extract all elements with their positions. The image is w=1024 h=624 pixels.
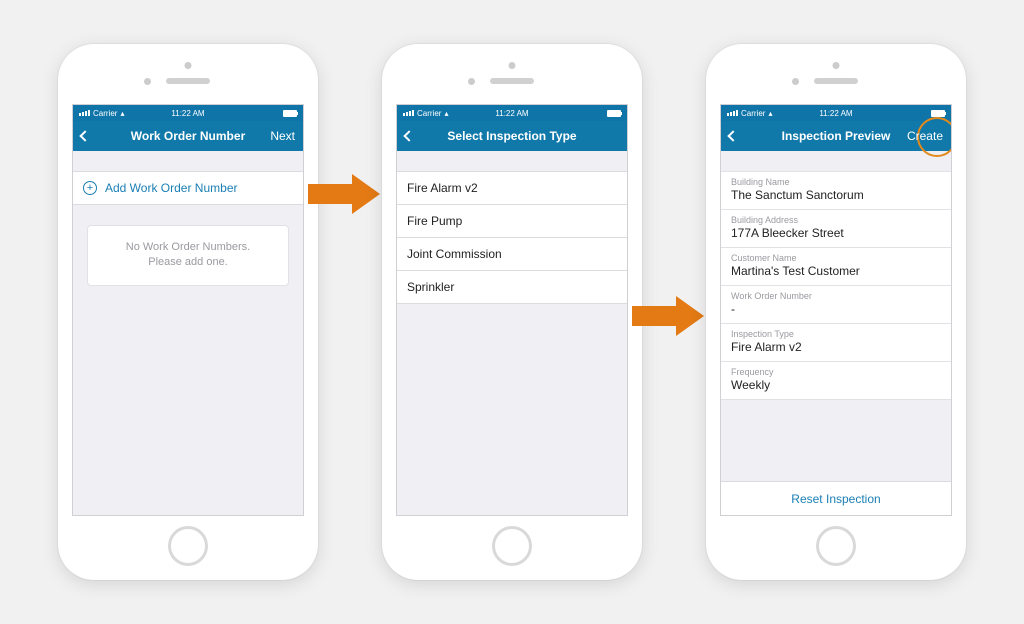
- battery-icon: [283, 110, 297, 117]
- next-button[interactable]: Next: [263, 129, 295, 143]
- phone-camera: [144, 78, 151, 85]
- back-button[interactable]: [729, 129, 761, 143]
- battery-icon: [607, 110, 621, 117]
- chevron-left-icon: [403, 130, 414, 141]
- field-value: Martina's Test Customer: [731, 264, 941, 278]
- phone-speaker: [490, 78, 534, 84]
- nav-bar: Select Inspection Type: [397, 121, 627, 151]
- carrier-label: Carrier: [93, 109, 117, 118]
- phone-frame-1: Carrier ▴ 11:22 AM Work Order Number Nex…: [58, 44, 318, 580]
- nav-bar: Inspection Preview Create: [721, 121, 951, 151]
- field-customer-name[interactable]: Customer Name Martina's Test Customer: [721, 248, 951, 286]
- phone-speaker: [814, 78, 858, 84]
- add-work-order-button[interactable]: + Add Work Order Number: [73, 171, 303, 205]
- field-inspection-type[interactable]: Inspection Type Fire Alarm v2: [721, 324, 951, 362]
- field-frequency[interactable]: Frequency Weekly: [721, 362, 951, 400]
- wifi-icon: ▴: [768, 109, 772, 118]
- phone-sensor: [833, 62, 840, 69]
- signal-icon: [727, 110, 738, 116]
- empty-state-card: No Work Order Numbers. Please add one.: [87, 225, 289, 286]
- inspection-type-option[interactable]: Fire Pump: [397, 205, 627, 238]
- plus-circle-icon: +: [83, 181, 97, 195]
- arrow-step-2: [632, 296, 704, 336]
- field-building-address[interactable]: Building Address 177A Bleecker Street: [721, 210, 951, 248]
- field-building-name[interactable]: Building Name The Sanctum Sanctorum: [721, 171, 951, 210]
- home-button[interactable]: [492, 526, 532, 566]
- field-value: -: [731, 302, 941, 316]
- content-area: Building Name The Sanctum Sanctorum Buil…: [721, 151, 951, 515]
- field-value: Weekly: [731, 378, 941, 392]
- create-button[interactable]: Create: [907, 129, 943, 143]
- home-button[interactable]: [816, 526, 856, 566]
- inspection-type-option[interactable]: Fire Alarm v2: [397, 171, 627, 205]
- field-label: Inspection Type: [731, 329, 941, 339]
- home-button[interactable]: [168, 526, 208, 566]
- carrier-label: Carrier: [417, 109, 441, 118]
- battery-icon: [931, 110, 945, 117]
- inspection-type-option[interactable]: Joint Commission: [397, 238, 627, 271]
- content-area: + Add Work Order Number No Work Order Nu…: [73, 151, 303, 515]
- field-value: The Sanctum Sanctorum: [731, 188, 941, 202]
- field-label: Building Name: [731, 177, 941, 187]
- carrier-label: Carrier: [741, 109, 765, 118]
- nav-bar: Work Order Number Next: [73, 121, 303, 151]
- phone-speaker: [166, 78, 210, 84]
- field-label: Building Address: [731, 215, 941, 225]
- field-label: Frequency: [731, 367, 941, 377]
- screen-inspection-type: Carrier ▴ 11:22 AM Select Inspection Typ…: [396, 104, 628, 516]
- add-work-order-label: Add Work Order Number: [105, 181, 238, 195]
- status-bar: Carrier ▴ 11:22 AM: [73, 105, 303, 121]
- wifi-icon: ▴: [444, 109, 448, 118]
- phone-sensor: [509, 62, 516, 69]
- phone-camera: [468, 78, 475, 85]
- back-button[interactable]: [81, 129, 113, 143]
- screen-inspection-preview: Carrier ▴ 11:22 AM Inspection Preview Cr…: [720, 104, 952, 516]
- phone-camera: [792, 78, 799, 85]
- back-button[interactable]: [405, 129, 437, 143]
- chevron-left-icon: [79, 130, 90, 141]
- phone-sensor: [185, 62, 192, 69]
- content-area: Fire Alarm v2 Fire Pump Joint Commission…: [397, 151, 627, 515]
- screen-work-order: Carrier ▴ 11:22 AM Work Order Number Nex…: [72, 104, 304, 516]
- inspection-type-option[interactable]: Sprinkler: [397, 271, 627, 304]
- empty-line-2: Please add one.: [98, 255, 278, 270]
- phone-frame-3: Carrier ▴ 11:22 AM Inspection Preview Cr…: [706, 44, 966, 580]
- empty-line-1: No Work Order Numbers.: [98, 240, 278, 255]
- status-bar: Carrier ▴ 11:22 AM: [397, 105, 627, 121]
- arrow-step-1: [308, 174, 380, 214]
- chevron-left-icon: [727, 130, 738, 141]
- signal-icon: [79, 110, 90, 116]
- signal-icon: [403, 110, 414, 116]
- field-value: 177A Bleecker Street: [731, 226, 941, 240]
- wifi-icon: ▴: [120, 109, 124, 118]
- phone-frame-2: Carrier ▴ 11:22 AM Select Inspection Typ…: [382, 44, 642, 580]
- field-label: Customer Name: [731, 253, 941, 263]
- status-bar: Carrier ▴ 11:22 AM: [721, 105, 951, 121]
- field-value: Fire Alarm v2: [731, 340, 941, 354]
- reset-inspection-button[interactable]: Reset Inspection: [721, 481, 951, 515]
- field-label: Work Order Number: [731, 291, 941, 301]
- field-work-order-number[interactable]: Work Order Number -: [721, 286, 951, 324]
